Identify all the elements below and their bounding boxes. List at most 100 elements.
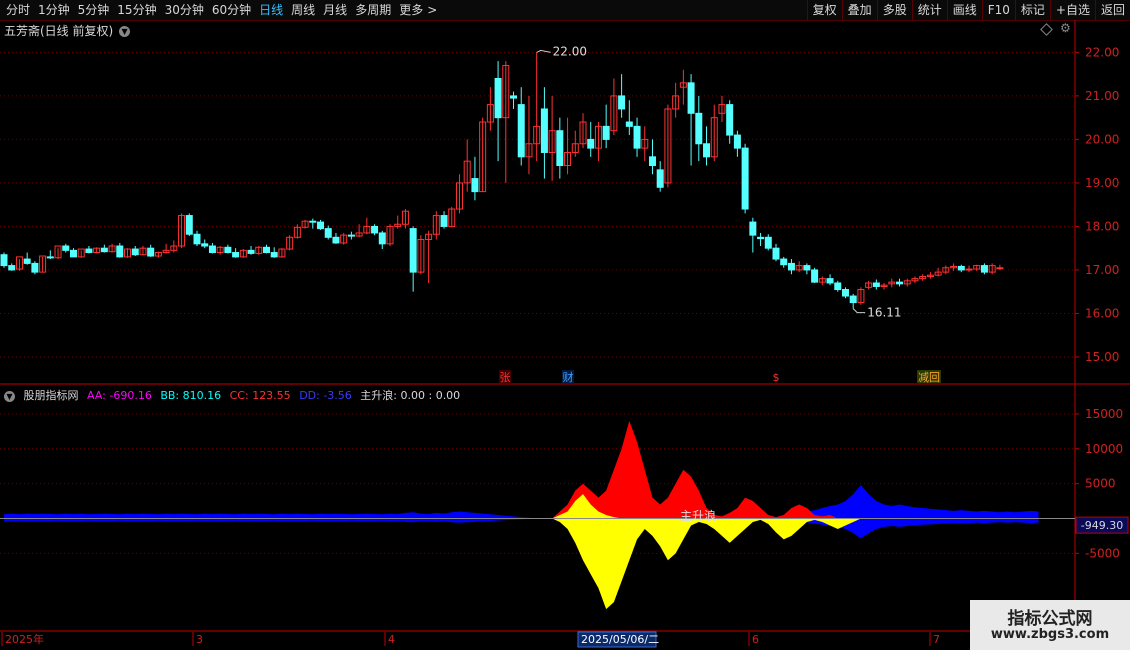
candle-down: [695, 112, 703, 145]
candle-down: [270, 252, 278, 258]
stock-chart-app: 分时 1分钟 5分钟 15分钟 30分钟 60分钟 日线 周线 月线 多周期 更多 > 复权 叠加 多股统…: [0, 0, 1130, 650]
indicator-tick-label: -5000: [1085, 546, 1120, 560]
candle-down: [656, 169, 664, 188]
legend-aa: AA: -690.16: [87, 389, 152, 402]
candle-down: [347, 234, 355, 237]
current-value-label: -949.30: [1081, 519, 1123, 532]
candle-down: [787, 262, 795, 271]
candle-down: [780, 258, 788, 266]
candle-down: [517, 104, 525, 158]
candle-down: [757, 236, 765, 240]
candle-down: [69, 249, 77, 258]
date-label-2: 4: [388, 633, 395, 646]
candle-down: [201, 243, 209, 247]
indicator-tick-label: 15000: [1085, 407, 1123, 421]
site-watermark: 指标公式网 www.zbgs3.com: [970, 600, 1130, 650]
indicator-name: 股朋指标网: [23, 389, 79, 402]
candle-down: [371, 225, 379, 234]
watermark-title: 指标公式网: [1007, 609, 1093, 629]
candle-down: [232, 252, 240, 258]
candle-down: [703, 143, 711, 158]
candle-down: [0, 254, 8, 267]
date-label-5: 7: [933, 633, 940, 646]
indicator-tick-label: 10000: [1085, 442, 1123, 456]
candle-down: [625, 121, 633, 127]
candle-down: [896, 281, 904, 285]
candle-down: [687, 82, 695, 114]
candle-down: [378, 232, 386, 245]
candle-down: [510, 95, 518, 99]
candle-down: [764, 236, 772, 249]
candle-down: [494, 78, 502, 119]
red-area: [4, 420, 1047, 519]
price-tick-label: 18.00: [1085, 219, 1119, 233]
candle-down: [332, 236, 340, 244]
legend-zsl: 主升浪: 0.00 : 0.00: [360, 389, 461, 402]
candle-down: [726, 104, 734, 136]
candle-down: [262, 246, 270, 254]
event-marker-1: 财: [563, 370, 574, 384]
candle-down: [440, 215, 448, 227]
indicator-tick-label: 5000: [1085, 477, 1116, 491]
candle-up: [965, 268, 973, 271]
candle-down: [46, 256, 54, 259]
candle-down: [648, 156, 656, 167]
low-marker-arrow: [852, 308, 866, 314]
candle-down: [811, 269, 819, 283]
date-label-1: 3: [196, 633, 203, 646]
legend-bb: BB: 810.16: [160, 389, 222, 402]
candle-up: [996, 267, 1004, 270]
candle-down: [733, 134, 741, 149]
candle-down: [872, 282, 880, 287]
price-tick-label: 22.00: [1085, 45, 1119, 59]
candle-down: [540, 108, 548, 153]
price-tick-label: 17.00: [1085, 263, 1119, 277]
legend-dd: DD: -3.56: [299, 389, 352, 402]
candle-down: [31, 262, 39, 273]
low-price-label: 16.11: [867, 306, 901, 320]
candle-down: [85, 248, 93, 254]
candle-down: [8, 265, 16, 271]
candle-down: [62, 245, 70, 251]
candle-down: [317, 221, 325, 230]
candle-down: [556, 130, 564, 167]
price-tick-label: 21.00: [1085, 89, 1119, 103]
candle-down: [803, 265, 811, 271]
date-label-3: 2025/05/06/二: [581, 633, 659, 646]
candle-down: [602, 125, 610, 140]
watermark-url: www.zbgs3.com: [990, 627, 1110, 642]
candle-down: [208, 245, 216, 254]
yellow-area-lower: [4, 518, 1039, 610]
blue-area-upper: [4, 485, 1039, 519]
legend-cc: CC: 123.55: [229, 389, 291, 402]
candle-down: [131, 248, 139, 256]
candle-down: [185, 215, 193, 235]
candle-down: [309, 220, 317, 223]
high-price-label: 22.00: [553, 44, 587, 58]
candle-down: [633, 125, 641, 149]
indicator-menu-icon[interactable]: ▼: [4, 390, 15, 402]
candle-down: [193, 233, 201, 245]
candle-down: [980, 265, 988, 273]
price-tick-label: 19.00: [1085, 176, 1119, 190]
event-marker-2: $: [773, 371, 780, 384]
candle-down: [471, 178, 479, 193]
event-marker-0: 张: [500, 371, 511, 384]
price-tick-label: 15.00: [1085, 350, 1119, 364]
candle-down: [741, 147, 749, 210]
blue-area-lower: [4, 518, 1039, 539]
date-label-0: 2025年: [5, 632, 44, 646]
candle-down: [841, 289, 849, 297]
candle-down: [772, 247, 780, 260]
high-marker-arrow: [536, 49, 551, 53]
chart-canvas[interactable]: 22.00 21.00 20.00 19.00 18.00 17.00 16.00 15.00…: [0, 0, 1130, 650]
indicator-annotation: 主升浪: [680, 508, 716, 523]
candle-down: [324, 228, 332, 238]
candle-down: [618, 95, 626, 110]
date-label-4: 6: [752, 633, 759, 646]
candle-down: [116, 245, 124, 258]
candle-down: [147, 247, 155, 257]
candle-down: [247, 249, 255, 254]
candle-down: [587, 138, 595, 149]
price-tick-label: 16.00: [1085, 306, 1119, 320]
